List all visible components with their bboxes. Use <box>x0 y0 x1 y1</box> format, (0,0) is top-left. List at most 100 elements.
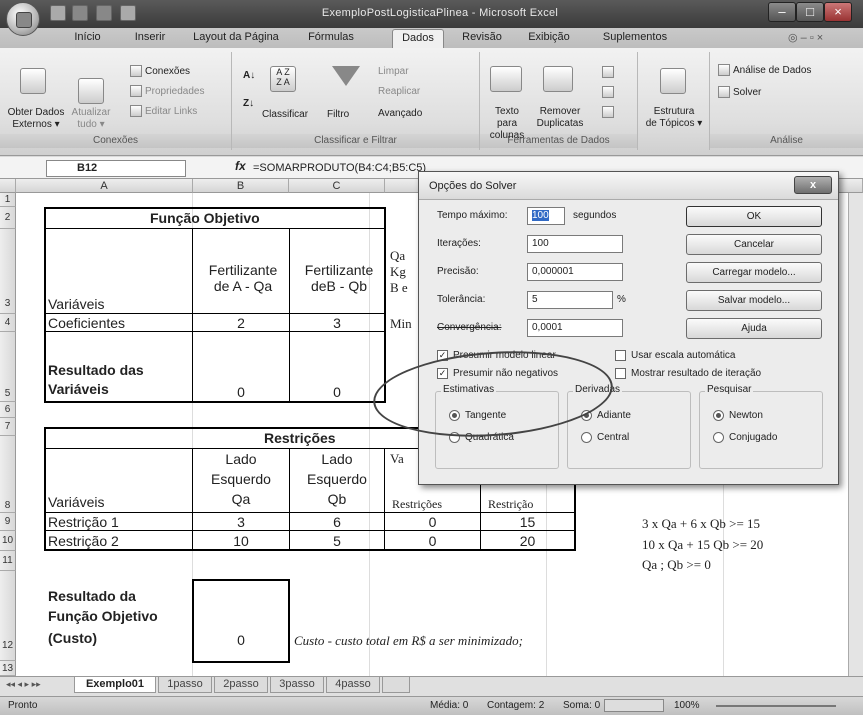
limpar-button[interactable]: Limpar <box>378 66 409 78</box>
estrutura-icon[interactable] <box>660 68 686 94</box>
zoom-level[interactable]: 100% <box>674 700 700 711</box>
row-header-3[interactable]: 3 <box>0 229 16 314</box>
consolidar-icon[interactable] <box>602 86 614 98</box>
coef-a[interactable]: 2 <box>193 315 289 331</box>
column-header-b[interactable]: B <box>193 179 289 193</box>
row-header-11[interactable]: 11 <box>0 551 16 571</box>
zoom-slider[interactable] <box>716 705 836 707</box>
r1-b[interactable]: 6 <box>290 514 384 530</box>
salvar-modelo-button[interactable]: Salvar modelo... <box>686 290 822 311</box>
adiante-radio[interactable] <box>581 410 592 421</box>
help-icon[interactable]: ◎ – ▫ × <box>788 31 823 44</box>
validacao-icon[interactable] <box>602 66 614 78</box>
cancelar-button[interactable]: Cancelar <box>686 234 822 255</box>
formula-input[interactable]: =SOMARPRODUTO(B4:C4;B5:C5) <box>253 160 426 176</box>
central-radio[interactable] <box>581 432 592 443</box>
fx-icon[interactable]: fx <box>235 159 246 173</box>
tab-exibicao[interactable]: Exibição <box>518 31 580 48</box>
remover-duplicatas-icon[interactable] <box>543 66 573 92</box>
maximize-button[interactable]: □ <box>796 2 824 22</box>
conexoes-button[interactable]: Conexões <box>145 66 190 78</box>
ajuda-button[interactable]: Ajuda <box>686 318 822 339</box>
sheet-tab-exemplo01[interactable]: Exemplo01 <box>74 677 156 693</box>
view-buttons[interactable] <box>604 699 664 712</box>
save-icon[interactable] <box>50 5 66 21</box>
r2-a[interactable]: 10 <box>193 533 289 549</box>
vertical-scrollbar[interactable] <box>848 193 863 676</box>
carregar-modelo-button[interactable]: Carregar modelo... <box>686 262 822 283</box>
row-header-5[interactable]: 5 <box>0 332 16 402</box>
funnel-icon[interactable] <box>332 66 360 86</box>
tempo-input[interactable]: 100 <box>527 207 565 225</box>
ok-button[interactable]: OK <box>686 206 822 227</box>
name-box[interactable]: B12 <box>46 160 186 177</box>
precisao-input[interactable]: 0,000001 <box>527 263 623 281</box>
tab-inicio[interactable]: Início <box>60 31 115 48</box>
tab-layout[interactable]: Layout da Página <box>186 31 286 48</box>
tab-revisao[interactable]: Revisão <box>454 31 510 48</box>
row-header-2[interactable]: 2 <box>0 207 16 229</box>
newton-radio[interactable] <box>713 410 724 421</box>
tab-suplementos[interactable]: Suplementos <box>590 31 680 48</box>
sheet-tab-1passo[interactable]: 1passo <box>158 677 212 693</box>
remover-duplicatas-button[interactable]: Remover Duplicatas <box>534 106 586 130</box>
column-header-c[interactable]: C <box>289 179 385 193</box>
sheet-tab-4passo[interactable]: 4passo <box>326 677 380 693</box>
res-b[interactable]: 0 <box>290 384 384 400</box>
r2-e[interactable]: 20 <box>481 533 574 549</box>
cell-b12-selected[interactable] <box>192 579 290 663</box>
sort-za-icon[interactable]: Z↓ <box>243 98 254 110</box>
iteracoes-input[interactable]: 100 <box>527 235 623 253</box>
r1-a[interactable]: 3 <box>193 514 289 530</box>
texto-colunas-icon[interactable] <box>490 66 522 92</box>
close-button[interactable]: × <box>824 2 852 22</box>
conjugado-radio[interactable] <box>713 432 724 443</box>
column-header-a[interactable]: A <box>16 179 193 193</box>
res-a[interactable]: 0 <box>193 384 289 400</box>
sheet-tab-2passo[interactable]: 2passo <box>214 677 268 693</box>
reaplicar-button[interactable]: Reaplicar <box>378 86 420 98</box>
editar-links-button[interactable]: Editar Links <box>145 106 197 118</box>
coef-b[interactable]: 3 <box>290 315 384 331</box>
fo-value[interactable]: 0 <box>193 632 289 648</box>
row-header-9[interactable]: 9 <box>0 513 16 531</box>
row-header-1[interactable]: 1 <box>0 193 16 207</box>
r1-e[interactable]: 15 <box>481 514 574 530</box>
classificar-icon[interactable]: A ZZ A <box>270 66 296 92</box>
quick-access-icon[interactable] <box>120 5 136 21</box>
tolerancia-input[interactable]: 5 <box>527 291 613 309</box>
teste-hipoteses-icon[interactable] <box>602 106 614 118</box>
row-header-12[interactable]: 12 <box>0 571 16 661</box>
obter-dados-button[interactable]: Obter Dados Externos ▾ <box>6 107 66 131</box>
minimize-button[interactable]: – <box>768 2 796 22</box>
avancado-button[interactable]: Avançado <box>378 108 422 120</box>
office-button[interactable] <box>6 2 40 36</box>
undo-icon[interactable] <box>72 5 88 21</box>
texto-colunas-button[interactable]: Texto para colunas <box>484 106 530 142</box>
new-sheet-icon[interactable] <box>382 677 410 693</box>
sort-az-icon[interactable]: A↓ <box>243 70 255 82</box>
dialog-close-button[interactable]: x <box>794 176 832 194</box>
classificar-button[interactable]: Classificar <box>260 109 310 121</box>
linear-checkbox[interactable]: ✓ <box>437 350 448 361</box>
row-header-6[interactable]: 6 <box>0 402 16 418</box>
propriedades-button[interactable]: Propriedades <box>145 86 204 98</box>
nao-negativos-checkbox[interactable]: ✓ <box>437 368 448 379</box>
atualizar-button[interactable]: Atualizar tudo ▾ <box>68 107 114 131</box>
sheet-tab-3passo[interactable]: 3passo <box>270 677 324 693</box>
row-header-7[interactable]: 7 <box>0 418 16 436</box>
estrutura-button[interactable]: Estrutura de Tópicos ▾ <box>640 106 708 130</box>
filtro-button[interactable]: Filtro <box>327 109 349 121</box>
select-all-corner[interactable] <box>0 179 16 193</box>
row-header-10[interactable]: 10 <box>0 531 16 551</box>
tab-formulas[interactable]: Fórmulas <box>296 31 366 48</box>
row-header-8[interactable]: 8 <box>0 436 16 513</box>
r2-b[interactable]: 5 <box>290 533 384 549</box>
obter-dados-icon[interactable] <box>20 68 46 94</box>
mostrar-checkbox[interactable] <box>615 368 626 379</box>
tangente-radio[interactable] <box>449 410 460 421</box>
atualizar-icon[interactable] <box>78 78 104 104</box>
convergencia-input[interactable]: 0,0001 <box>527 319 623 337</box>
tab-inserir[interactable]: Inserir <box>120 31 180 48</box>
quadratica-radio[interactable] <box>449 432 460 443</box>
